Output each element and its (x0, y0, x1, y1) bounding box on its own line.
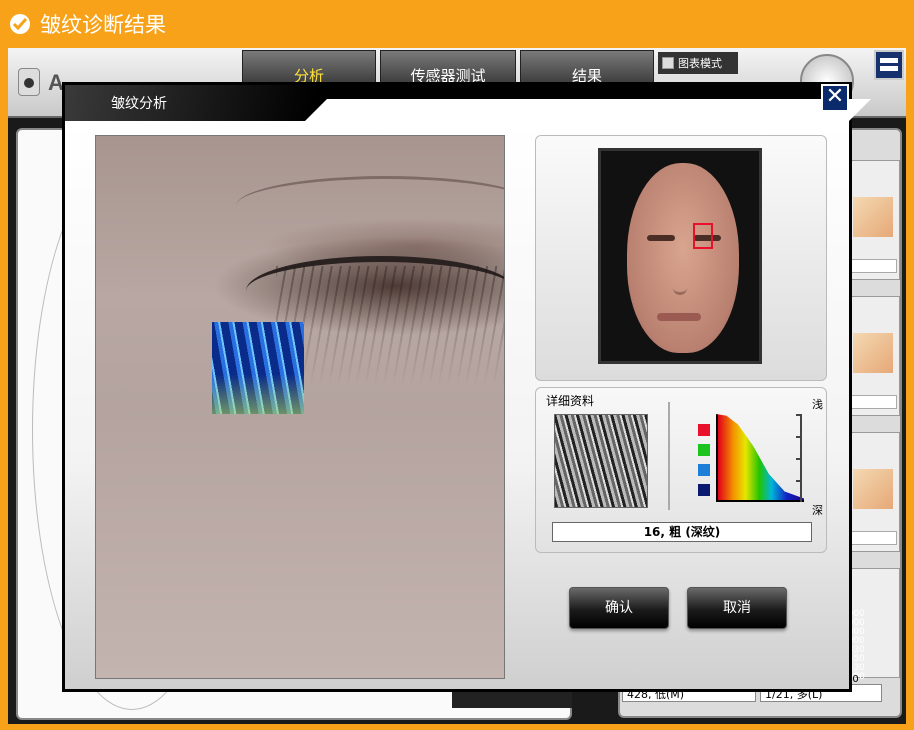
checkbox-icon (662, 57, 674, 69)
scale-tick (796, 414, 802, 416)
region-of-interest-marker[interactable] (693, 223, 713, 249)
confirm-button[interactable]: 确认 (569, 587, 669, 629)
window-title: 皱纹诊断结果 (40, 13, 166, 37)
eyelashes (276, 266, 504, 386)
left-eye (647, 235, 675, 241)
minimize-icon[interactable] (874, 50, 904, 80)
thumbnail-caption (849, 531, 897, 545)
chart-mode-label: 图表模式 (678, 57, 722, 70)
wrinkle-heatmap-overlay (212, 322, 304, 414)
detail-panel: 详细资料 浅 深 16, 粗 (深纹) (535, 387, 827, 553)
face-photo (598, 148, 762, 364)
close-icon[interactable]: ✕ (821, 84, 849, 112)
face-preview-panel (535, 135, 827, 381)
detail-grayscale-image (554, 414, 648, 508)
wrinkle-analysis-dialog: 皱纹分析 ✕ 详细资料 浅 深 16, 粗 (深纹) 确认 取消 (62, 82, 871, 692)
dialog-title: 皱纹分析 (111, 96, 167, 112)
detail-label: 详细资料 (546, 394, 595, 408)
face-shape (627, 163, 739, 353)
nose (673, 261, 687, 295)
eye-closeup-image (95, 135, 505, 679)
skin-tile-icon (853, 469, 893, 509)
skin-tile-icon (853, 333, 893, 373)
result-text: 16, 粗 (深纹) (552, 522, 812, 542)
legend-green-swatch (698, 444, 710, 456)
thumbnail-card[interactable] (844, 296, 900, 416)
dialog-title-bar: 皱纹分析 (65, 85, 871, 121)
depth-spectrum-curve (716, 414, 804, 502)
camera-logo-icon (18, 68, 40, 96)
eyelid-fold (236, 176, 504, 236)
deep-label: 深 (812, 504, 823, 517)
scale-tick (796, 436, 802, 438)
dialog-body: 详细资料 浅 深 16, 粗 (深纹) 确认 取消 (65, 121, 849, 689)
scale-tick (796, 458, 802, 460)
legend-navy-swatch (698, 484, 710, 496)
title-bar: 皱纹诊断结果 (0, 0, 914, 48)
skin-tile-icon (853, 197, 893, 237)
scale-tick (796, 480, 802, 482)
thumbnail-card[interactable] (844, 160, 900, 280)
thumbnail-card[interactable] (844, 432, 900, 552)
title-bar-decoration (305, 99, 871, 121)
thumbnail-caption (849, 259, 897, 273)
mouth (657, 313, 701, 321)
light-label: 浅 (812, 398, 823, 411)
chart-mode-checkbox[interactable]: 图表模式 (658, 52, 738, 74)
divider (668, 402, 670, 510)
thumbnail-caption (849, 395, 897, 409)
check-circle-icon (10, 14, 30, 34)
cancel-button[interactable]: 取消 (687, 587, 787, 629)
legend-blue-swatch (698, 464, 710, 476)
spectrum-scale (794, 414, 802, 502)
legend-red-swatch (698, 424, 710, 436)
